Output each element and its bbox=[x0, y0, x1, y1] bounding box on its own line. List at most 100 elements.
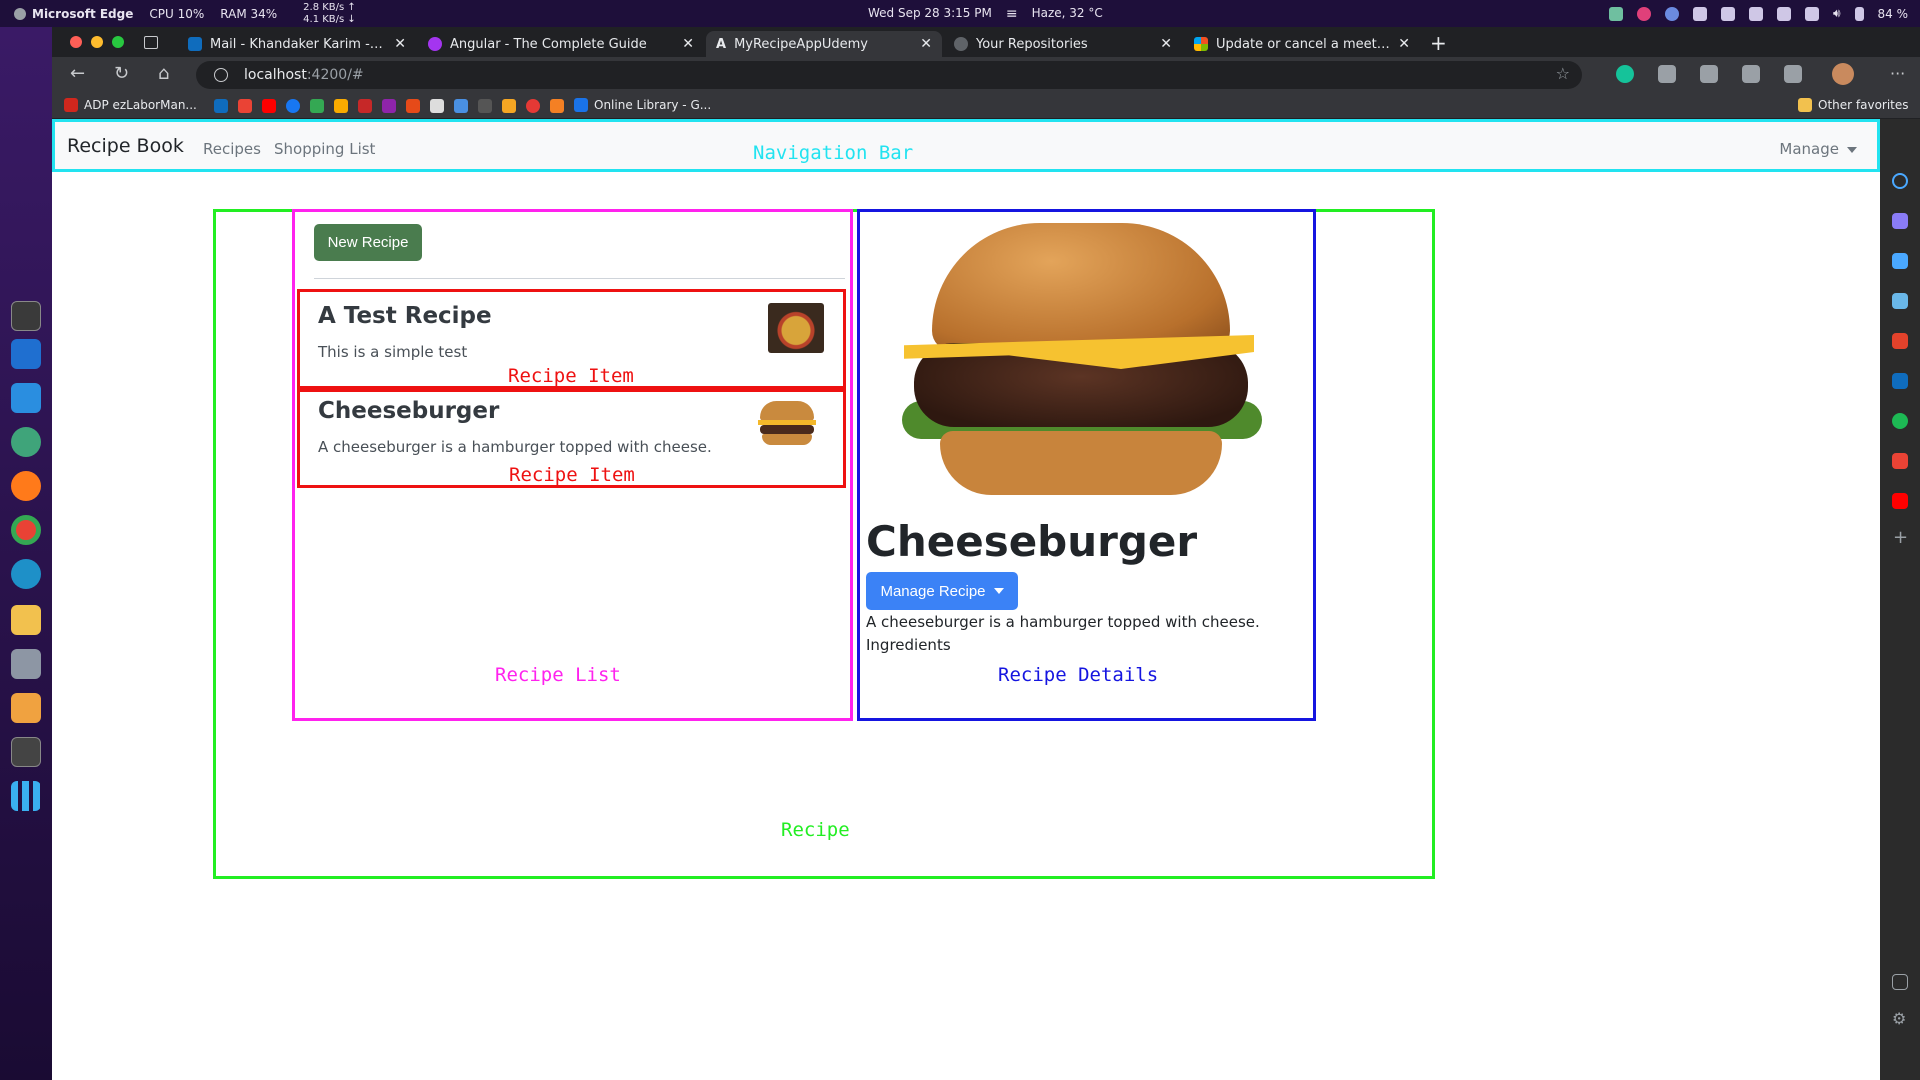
volume-icon[interactable]: 🔊︎ bbox=[1833, 6, 1841, 21]
burger-bun-top bbox=[760, 401, 814, 421]
recipe-detail-name: Cheeseburger bbox=[866, 517, 1198, 566]
tab-meeting-help[interactable]: Update or cancel a meeting y ✕ bbox=[1184, 31, 1420, 57]
tray-sync-icon[interactable] bbox=[1664, 6, 1679, 21]
refresh-icon[interactable]: ↻ bbox=[114, 63, 129, 84]
system-monitor-icon[interactable] bbox=[11, 737, 41, 767]
add-favorite-icon[interactable]: ☆ bbox=[1556, 64, 1570, 83]
tray-display-icon[interactable] bbox=[1748, 6, 1763, 21]
os-app-menu[interactable]: Microsoft Edge bbox=[14, 7, 133, 21]
edge-icon[interactable] bbox=[11, 559, 41, 589]
bookmark-fav-icon[interactable] bbox=[502, 99, 516, 113]
site-info-icon[interactable] bbox=[214, 68, 228, 82]
shopping-icon[interactable] bbox=[1892, 253, 1908, 269]
microsoft-icon bbox=[1194, 37, 1208, 51]
people-icon[interactable] bbox=[1892, 293, 1908, 309]
bookmark-fav-icon[interactable] bbox=[406, 99, 420, 113]
os-weather[interactable]: Haze, 32 °C bbox=[1032, 6, 1103, 22]
grammarly-icon[interactable] bbox=[1616, 65, 1634, 83]
minimize-window-button[interactable] bbox=[91, 36, 103, 48]
outlook-icon[interactable] bbox=[1892, 373, 1908, 389]
close-tab-icon[interactable]: ✕ bbox=[1160, 36, 1172, 52]
close-tab-icon[interactable]: ✕ bbox=[682, 36, 694, 52]
add-icon[interactable]: + bbox=[1893, 527, 1908, 548]
app-grid-icon[interactable] bbox=[11, 781, 41, 811]
tray-network-icon[interactable] bbox=[1608, 6, 1623, 21]
manage-recipe-dropdown-button[interactable]: Manage Recipe bbox=[866, 572, 1018, 610]
folder-icon bbox=[1798, 98, 1812, 112]
favorite-label: Online Library - G... bbox=[594, 98, 712, 112]
bookmark-fav-icon[interactable] bbox=[430, 99, 444, 113]
mail-icon[interactable] bbox=[11, 605, 41, 635]
bookmark-fav-icon[interactable] bbox=[382, 99, 396, 113]
webstorm-icon[interactable] bbox=[11, 339, 41, 369]
tray-app-icon[interactable] bbox=[1636, 6, 1651, 21]
youtube-fav-icon[interactable] bbox=[262, 99, 276, 113]
maximize-window-button[interactable] bbox=[112, 36, 124, 48]
tab-angular-course[interactable]: Angular - The Complete Guide ✕ bbox=[418, 31, 704, 57]
settings-icon[interactable]: ⚙ bbox=[1892, 1009, 1906, 1028]
new-tab-button[interactable]: + bbox=[1430, 31, 1447, 55]
hide-sidebar-icon[interactable] bbox=[1892, 974, 1908, 990]
new-recipe-button[interactable]: New Recipe bbox=[314, 224, 422, 261]
more-options-icon[interactable]: ··· bbox=[1890, 64, 1905, 83]
os-clock[interactable]: Wed Sep 28 3:15 PM bbox=[868, 6, 992, 22]
close-tab-icon[interactable]: ✕ bbox=[920, 36, 932, 52]
browser-essentials-icon[interactable] bbox=[1784, 65, 1802, 83]
profile-avatar[interactable] bbox=[1832, 63, 1854, 85]
close-window-button[interactable] bbox=[70, 36, 82, 48]
udemy-icon bbox=[428, 37, 442, 51]
gmail-fav-icon[interactable] bbox=[238, 99, 252, 113]
close-tab-icon[interactable]: ✕ bbox=[394, 36, 406, 52]
nav-shopping-list-link[interactable]: Shopping List bbox=[274, 140, 375, 158]
copilot-icon[interactable] bbox=[1892, 213, 1908, 229]
close-tab-icon[interactable]: ✕ bbox=[1398, 36, 1410, 52]
bookmark-fav-icon[interactable] bbox=[526, 99, 540, 113]
favorite-online-library[interactable]: Online Library - G... bbox=[574, 98, 711, 112]
firefox-icon[interactable] bbox=[11, 471, 41, 501]
gmail-icon[interactable] bbox=[1892, 453, 1908, 469]
web-page: Recipe Book Recipes Shopping List Naviga… bbox=[52, 119, 1880, 1080]
stackoverflow-fav-icon[interactable] bbox=[550, 99, 564, 113]
tab-title: MyRecipeAppUdemy bbox=[734, 36, 868, 52]
other-favorites[interactable]: Other favorites bbox=[1798, 98, 1909, 112]
app-store-icon[interactable] bbox=[11, 693, 41, 723]
home-icon[interactable]: ⌂ bbox=[158, 63, 169, 84]
terminal-icon[interactable] bbox=[11, 301, 41, 331]
tab-repositories[interactable]: Your Repositories ✕ bbox=[944, 31, 1182, 57]
tab-my-recipe-app[interactable]: A MyRecipeAppUdemy ✕ bbox=[706, 31, 942, 57]
annotation-recipe-item: Recipe Item bbox=[509, 464, 635, 486]
vscode-icon[interactable] bbox=[11, 383, 41, 413]
files-icon[interactable] bbox=[11, 649, 41, 679]
atom-icon[interactable] bbox=[11, 427, 41, 457]
search-icon[interactable] bbox=[1892, 173, 1908, 189]
extensions-icon[interactable] bbox=[1658, 65, 1676, 83]
favorites-icon[interactable] bbox=[1700, 65, 1718, 83]
tray-phone-icon[interactable] bbox=[1776, 6, 1791, 21]
youtube-icon[interactable] bbox=[1892, 493, 1908, 509]
nav-recipes-link[interactable]: Recipes bbox=[203, 140, 261, 158]
favorite-adp[interactable]: ADP ezLaborMan... bbox=[64, 98, 197, 112]
drive-fav-icon[interactable] bbox=[310, 99, 324, 113]
window-controls bbox=[70, 36, 124, 48]
facebook-fav-icon[interactable] bbox=[286, 99, 300, 113]
bookmark-fav-icon[interactable] bbox=[454, 99, 468, 113]
manage-dropdown[interactable]: Manage bbox=[1779, 140, 1857, 158]
address-bar[interactable]: localhost:4200/# ☆ bbox=[196, 61, 1582, 89]
analytics-fav-icon[interactable] bbox=[334, 99, 348, 113]
tray-clipboard-icon[interactable] bbox=[1720, 6, 1735, 21]
other-favorites-label: Other favorites bbox=[1818, 98, 1909, 112]
tray-keyboard-icon[interactable] bbox=[1804, 6, 1819, 21]
office-icon[interactable] bbox=[1892, 333, 1908, 349]
brand-link[interactable]: Recipe Book bbox=[67, 135, 184, 157]
outlook-fav-icon[interactable] bbox=[214, 99, 228, 113]
edge-app-icon bbox=[14, 7, 26, 20]
collections-icon[interactable] bbox=[1742, 65, 1760, 83]
spotify-icon[interactable] bbox=[1892, 413, 1908, 429]
tray-chat-icon[interactable] bbox=[1692, 6, 1707, 21]
tab-actions-icon[interactable] bbox=[144, 36, 158, 49]
tab-mail[interactable]: Mail - Khandaker Karim - Out ✕ bbox=[178, 31, 416, 57]
bookmark-fav-icon[interactable] bbox=[478, 99, 492, 113]
back-icon[interactable]: ← bbox=[70, 63, 85, 84]
bookmark-fav-icon[interactable] bbox=[358, 99, 372, 113]
chrome-icon[interactable] bbox=[11, 515, 41, 545]
